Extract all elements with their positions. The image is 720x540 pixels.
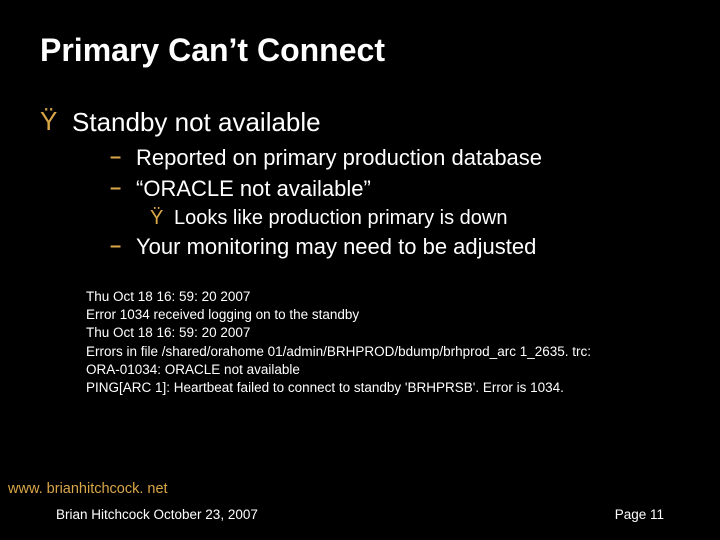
bullet-text: “ORACLE not available” xyxy=(136,175,371,204)
bullet-text: Reported on primary production database xyxy=(136,144,542,173)
bullet-level2: – Your monitoring may need to be adjuste… xyxy=(110,233,680,262)
log-line: Thu Oct 18 16: 59: 20 2007 xyxy=(86,288,680,306)
log-line: Thu Oct 18 16: 59: 20 2007 xyxy=(86,324,680,342)
bullet-mark: Ÿ xyxy=(150,205,174,231)
author-date: Brian Hitchcock October 23, 2007 xyxy=(56,507,258,522)
bullet-level3: Ÿ Looks like production primary is down xyxy=(150,205,680,231)
dash-icon: – xyxy=(110,233,136,259)
slide: Primary Can’t Connect Ÿ Standby not avai… xyxy=(0,0,720,540)
bullet-text: Standby not available xyxy=(72,107,321,138)
sub-list: – Reported on primary production databas… xyxy=(110,144,680,262)
log-line: Errors in file /shared/orahome 01/admin/… xyxy=(86,343,680,361)
bullet-text: Looks like production primary is down xyxy=(174,205,508,231)
log-line: PING[ARC 1]: Heartbeat failed to connect… xyxy=(86,379,680,397)
bullet-text: Your monitoring may need to be adjusted xyxy=(136,233,536,262)
page-title: Primary Can’t Connect xyxy=(40,32,680,69)
log-line: Error 1034 received logging on to the st… xyxy=(86,306,680,324)
log-line: ORA-01034: ORACLE not available xyxy=(86,361,680,379)
log-block: Thu Oct 18 16: 59: 20 2007 Error 1034 re… xyxy=(86,288,680,397)
dash-icon: – xyxy=(110,175,136,201)
dash-icon: – xyxy=(110,144,136,170)
bullet-mark: Ÿ xyxy=(40,107,72,136)
bullet-level2: – Reported on primary production databas… xyxy=(110,144,680,173)
bullet-level2: – “ORACLE not available” xyxy=(110,175,680,204)
footer-row: Brian Hitchcock October 23, 2007 Page 11 xyxy=(0,507,720,540)
footer: www. brianhitchcock. net Brian Hitchcock… xyxy=(0,481,720,540)
bullet-level1: Ÿ Standby not available xyxy=(40,107,680,138)
web-link: www. brianhitchcock. net xyxy=(0,481,720,497)
page-number: Page 11 xyxy=(615,507,664,522)
